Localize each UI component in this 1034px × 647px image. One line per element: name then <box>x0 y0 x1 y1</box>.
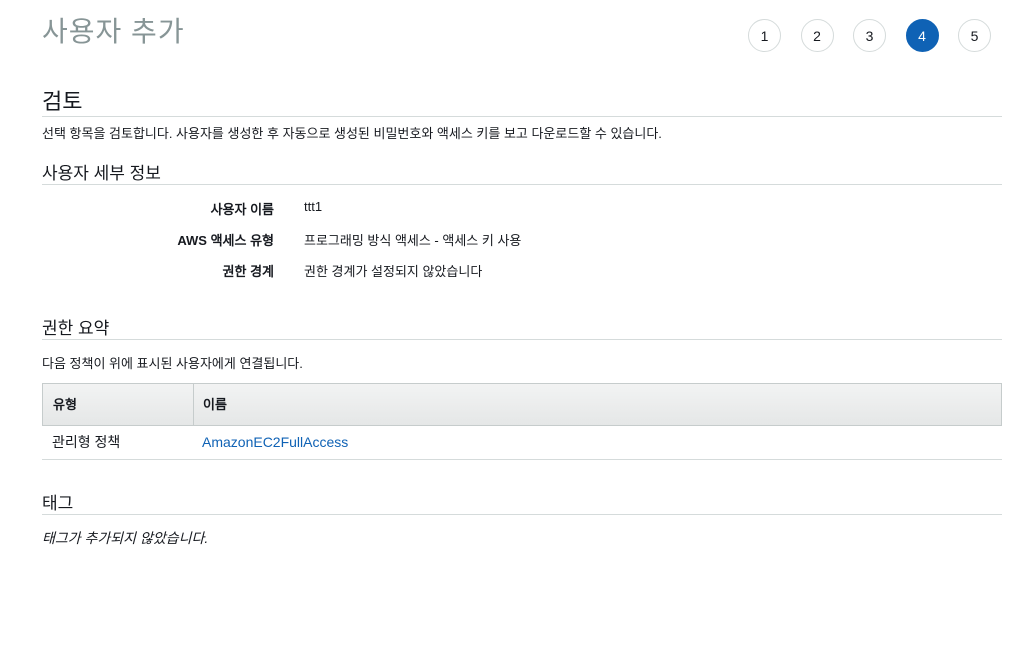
column-header-type[interactable]: 유형 <box>53 384 77 425</box>
step-4-button-active[interactable]: 4 <box>905 19 939 52</box>
wizard-steps: 1 2 3 4 5 <box>748 19 991 52</box>
detail-row-access-type: AWS 액세스 유형 프로그래밍 방식 액세스 - 액세스 키 사용 <box>42 230 1002 250</box>
detail-key: AWS 액세스 유형 <box>177 233 274 248</box>
step-3-button[interactable]: 3 <box>853 19 886 52</box>
detail-row-permission-boundary: 권한 경계 권한 경계가 설정되지 않았습니다 <box>42 261 1002 281</box>
review-heading: 검토 <box>42 84 1002 117</box>
user-details-heading: 사용자 세부 정보 <box>42 159 1002 185</box>
review-description: 선택 항목을 검토합니다. 사용자를 생성한 후 자동으로 생성된 비밀번호와 … <box>42 126 662 141</box>
column-divider <box>193 384 194 425</box>
step-2-button[interactable]: 2 <box>800 19 834 52</box>
detail-key: 권한 경계 <box>222 264 274 279</box>
detail-value: 프로그래밍 방식 액세스 - 액세스 키 사용 <box>304 233 522 248</box>
policy-type-cell: 관리형 정책 <box>52 434 121 450</box>
page-title: 사용자 추가 <box>42 16 185 47</box>
permissions-heading: 권한 요약 <box>42 314 1002 340</box>
tags-empty-text: 태그가 추가되지 않았습니다. <box>42 530 209 546</box>
tags-heading: 태그 <box>42 489 1002 515</box>
detail-value: ttt1 <box>304 199 323 214</box>
detail-key: 사용자 이름 <box>210 202 274 217</box>
policy-name-link[interactable]: AmazonEC2FullAccess <box>202 425 348 459</box>
table-row: 관리형 정책 AmazonEC2FullAccess <box>42 425 1002 460</box>
permissions-description: 다음 정책이 위에 표시된 사용자에게 연결됩니다. <box>42 356 303 371</box>
detail-value: 권한 경계가 설정되지 않았습니다 <box>304 264 483 279</box>
policy-table-header: 유형 이름 <box>42 383 1002 426</box>
step-5-button[interactable]: 5 <box>958 19 991 52</box>
step-1-button[interactable]: 1 <box>748 19 781 52</box>
column-header-name[interactable]: 이름 <box>203 384 227 425</box>
detail-row-username: 사용자 이름 ttt1 <box>42 199 1002 219</box>
